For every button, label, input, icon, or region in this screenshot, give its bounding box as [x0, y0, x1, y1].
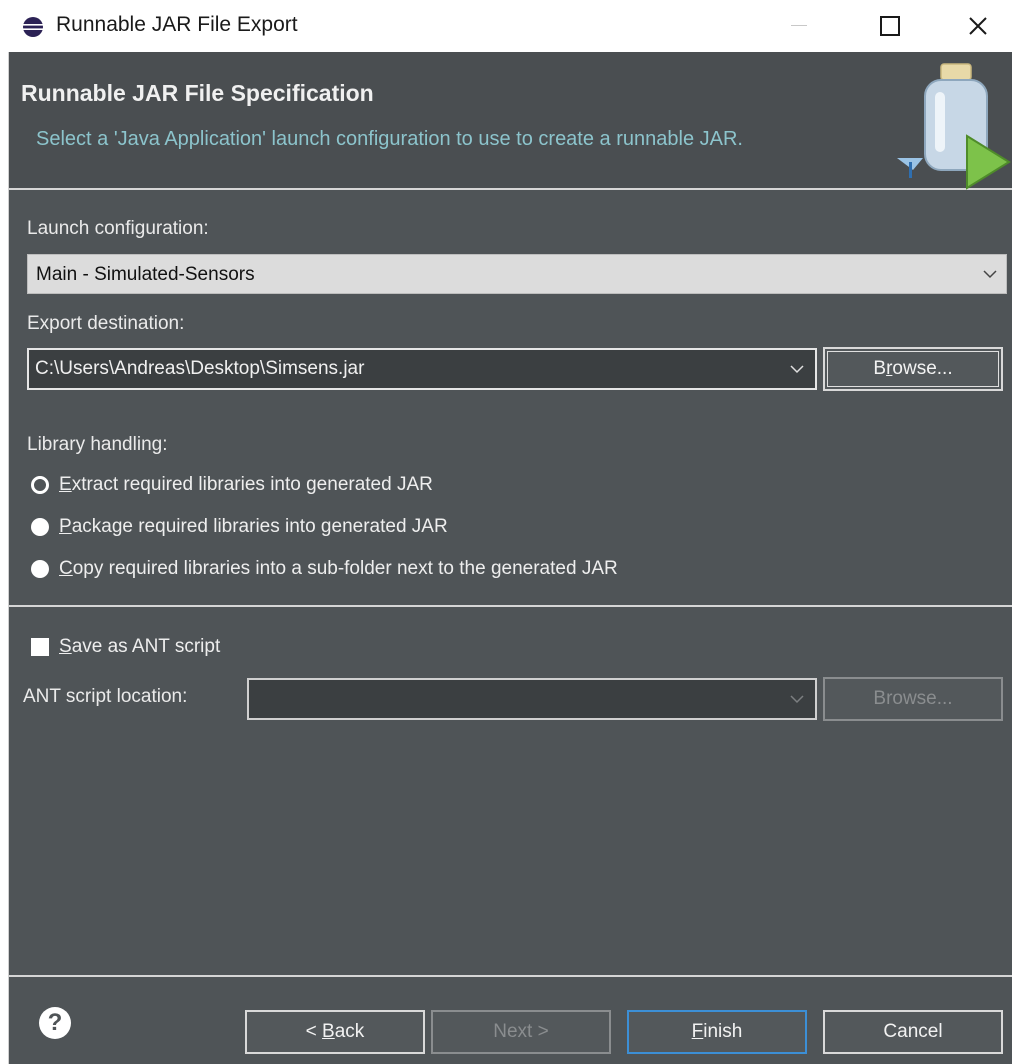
radio-label: Extract required libraries into generate…: [59, 474, 433, 495]
launch-config-select[interactable]: Main - Simulated-Sensors: [27, 254, 1007, 294]
radio-button[interactable]: [31, 518, 49, 536]
ant-browse-button[interactable]: Browse...: [823, 677, 1003, 721]
finish-button[interactable]: Finish: [627, 1010, 807, 1054]
browse-label: Browse...: [873, 358, 953, 379]
export-destination-dropdown[interactable]: [779, 350, 815, 388]
maximize-button[interactable]: [858, 0, 922, 52]
dialog-body: Runnable JAR File Specification Select a…: [8, 52, 1012, 1064]
launch-config-value: Main - Simulated-Sensors: [36, 264, 255, 285]
chevron-down-icon: [790, 365, 804, 374]
back-label: < Back: [305, 1021, 365, 1042]
chevron-down-icon: [983, 270, 997, 279]
export-destination-combo[interactable]: C:\Users\Andreas\Desktop\Simsens.jar: [27, 348, 817, 390]
minimize-icon: [791, 25, 807, 26]
maximize-icon: [880, 16, 900, 36]
ant-location-dropdown[interactable]: [779, 680, 815, 718]
save-ant-script-option[interactable]: Save as ANT script: [31, 633, 220, 661]
export-destination-label: Export destination:: [27, 313, 185, 334]
window-titlebar: Runnable JAR File Export: [0, 0, 1012, 52]
finish-label: Finish: [691, 1021, 743, 1042]
jar-export-icon: [897, 63, 1011, 190]
radio-button-selected[interactable]: [31, 476, 49, 494]
back-button[interactable]: < Back: [245, 1010, 425, 1054]
page-title: Runnable JAR File Specification: [21, 80, 374, 106]
close-button[interactable]: [946, 0, 1010, 52]
minimize-button[interactable]: [767, 0, 831, 52]
radio-label: Package required libraries into generate…: [59, 516, 448, 537]
page-description: Select a 'Java Application' launch confi…: [36, 128, 743, 150]
close-icon: [969, 17, 987, 35]
separator: [9, 605, 1012, 607]
window-title: Runnable JAR File Export: [56, 13, 298, 36]
library-handling-label: Library handling:: [27, 434, 168, 455]
export-browse-button[interactable]: Browse...: [823, 347, 1003, 391]
save-ant-script-checkbox[interactable]: [31, 638, 49, 656]
ant-location-combo[interactable]: [247, 678, 817, 720]
save-ant-script-label: Save as ANT script: [59, 636, 221, 657]
cancel-button[interactable]: Cancel: [823, 1010, 1003, 1054]
wizard-banner: Runnable JAR File Specification Select a…: [9, 52, 1012, 190]
radio-package-libraries[interactable]: Package required libraries into generate…: [31, 513, 448, 541]
next-button[interactable]: Next >: [431, 1010, 611, 1054]
radio-copy-libraries[interactable]: Copy required libraries into a sub-folde…: [31, 555, 618, 583]
launch-config-label: Launch configuration:: [27, 218, 209, 239]
footer-separator: [9, 975, 1012, 977]
chevron-down-icon: [790, 695, 804, 704]
ant-location-label: ANT script location:: [23, 686, 188, 707]
radio-extract-libraries[interactable]: Extract required libraries into generate…: [31, 471, 433, 499]
radio-label: Copy required libraries into a sub-folde…: [59, 558, 618, 579]
radio-button[interactable]: [31, 560, 49, 578]
eclipse-icon: [23, 17, 43, 37]
help-icon[interactable]: ?: [39, 1007, 71, 1039]
export-destination-value: C:\Users\Andreas\Desktop\Simsens.jar: [35, 358, 365, 379]
